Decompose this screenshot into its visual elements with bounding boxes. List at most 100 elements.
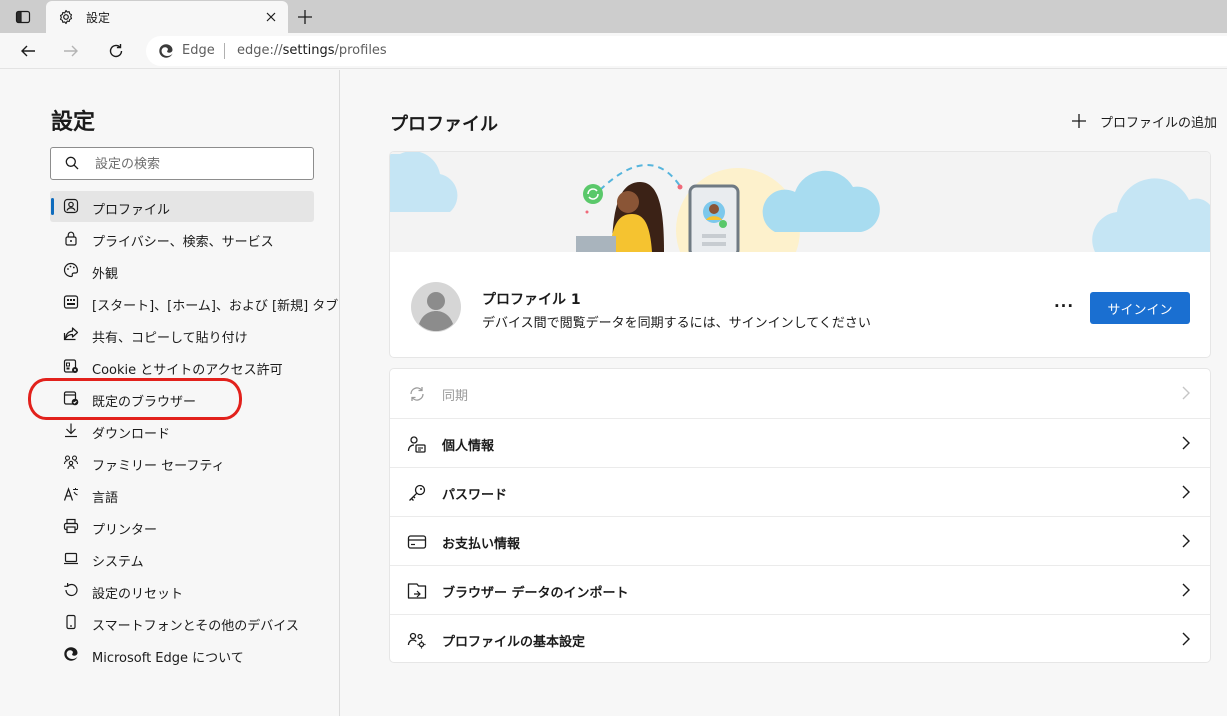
address-bar[interactable]: Edge edge://settings/profiles [146, 36, 1227, 66]
start-page-icon [63, 295, 79, 309]
sidebar-item-label: Cookie とサイトのアクセス許可 [92, 363, 283, 378]
profile-card: プロファイル 1 デバイス間で閲覧データを同期するには、サインインしてください … [390, 152, 1210, 357]
row-passwords[interactable]: パスワード [390, 467, 1210, 516]
sidebar-item-share-copy[interactable]: 共有、コピーして貼り付け [50, 319, 314, 350]
profile-banner-illustration [390, 152, 1210, 252]
forward-button[interactable] [58, 39, 84, 63]
sidebar-item-system[interactable]: システム [50, 543, 314, 574]
sidebar-item-phone-devices[interactable]: スマートフォンとその他のデバイス [50, 607, 314, 638]
gear-icon [59, 9, 73, 25]
sidebar-item-label: Microsoft Edge について [92, 651, 244, 666]
sidebar-item-reset[interactable]: 設定のリセット [50, 575, 314, 606]
laptop-icon [64, 552, 78, 565]
sidebar-title: 設定 [51, 110, 96, 135]
row-label: ブラウザー データのインポート [442, 586, 629, 601]
profile-settings-list: 同期 個人情報 パスワード お支払い情報 ブラウザー データのインポート プロフ… [390, 369, 1210, 662]
key-icon [409, 484, 426, 501]
more-options-button[interactable]: ··· [1052, 294, 1076, 318]
sidebar-item-about-edge[interactable]: Microsoft Edge について [50, 639, 314, 670]
refresh-button[interactable] [103, 39, 129, 63]
tab-strip: 設定 [0, 0, 1227, 33]
address-url: edge://settings/profiles [237, 43, 387, 58]
back-button[interactable] [15, 39, 41, 63]
sidebar-item-privacy[interactable]: プライバシー、検索、サービス [50, 223, 314, 254]
tab-actions-button[interactable] [10, 6, 36, 28]
plus-icon [1072, 114, 1086, 128]
sidebar-item-label: プロファイル [92, 203, 171, 218]
refresh-icon [109, 44, 123, 58]
row-sync[interactable]: 同期 [390, 369, 1210, 418]
sidebar-item-appearance[interactable]: 外観 [50, 255, 314, 286]
back-arrow-icon [21, 45, 35, 57]
sidebar-item-label: スマートフォンとその他のデバイス [92, 619, 299, 634]
sidebar-item-start-home[interactable]: [スタート]、[ホーム]、および [新規] タブ [50, 287, 338, 318]
sidebar-item-label: 外観 [92, 267, 119, 282]
add-profile-button[interactable]: プロファイルの追加 [1070, 110, 1217, 132]
tab-close-button[interactable] [262, 8, 280, 26]
chevron-right-icon [1182, 436, 1190, 450]
sync-icon [410, 387, 424, 401]
edge-logo-icon [64, 647, 78, 661]
chevron-right-icon [1182, 386, 1190, 400]
sidebar-item-label: ダウンロード [92, 427, 171, 442]
profile-name: プロファイル 1 [482, 292, 581, 308]
palette-icon [63, 262, 79, 278]
sidebar-item-label: 言語 [92, 491, 119, 506]
search-input[interactable] [95, 154, 295, 174]
plus-icon [298, 10, 312, 24]
row-import-data[interactable]: ブラウザー データのインポート [390, 565, 1210, 614]
row-label: パスワード [442, 488, 508, 503]
profile-description: デバイス間で閲覧データを同期するには、サインインしてください [482, 316, 871, 331]
new-tab-button[interactable] [292, 5, 318, 29]
address-site-label: Edge [182, 43, 215, 58]
row-label: プロファイルの基本設定 [442, 635, 586, 650]
row-payment-info[interactable]: お支払い情報 [390, 516, 1210, 565]
sidebar-item-label: 共有、コピーして貼り付け [92, 331, 248, 346]
sidebar-item-label: [スタート]、[ホーム]、および [新規] タブ [92, 299, 339, 314]
sign-in-button[interactable]: サインイン [1090, 292, 1190, 324]
language-icon [63, 487, 78, 501]
browser-toolbar: Edge edge://settings/profiles [0, 33, 1227, 69]
sidebar-item-family-safety[interactable]: ファミリー セーフティ [50, 447, 314, 478]
credit-card-icon [407, 535, 427, 549]
sidebar-item-label: プライバシー、検索、サービス [92, 235, 274, 250]
family-icon [63, 455, 79, 470]
settings-sidebar: 設定 プロファイル プライバシー、検索、サービス 外観 [スタート]、[ホーム]… [0, 70, 340, 716]
personal-info-icon [407, 436, 426, 453]
sidebar-item-profiles[interactable]: プロファイル [50, 191, 314, 222]
sidebar-item-label: システム [92, 555, 144, 570]
import-icon [407, 583, 427, 599]
profile-icon [63, 198, 79, 214]
profile-settings-icon [407, 632, 426, 649]
chevron-right-icon [1182, 583, 1190, 597]
address-separator [224, 43, 225, 59]
reset-icon [64, 583, 78, 597]
sidebar-item-languages[interactable]: 言語 [50, 479, 314, 510]
settings-search[interactable] [50, 147, 314, 180]
row-label: お支払い情報 [442, 537, 521, 552]
sidebar-item-printers[interactable]: プリンター [50, 511, 314, 542]
page-title: プロファイル [390, 114, 498, 135]
avatar [411, 282, 461, 332]
phone-icon [66, 614, 76, 630]
row-label: 同期 [442, 389, 469, 404]
tab-settings[interactable]: 設定 [46, 1, 288, 33]
chevron-right-icon [1182, 534, 1190, 548]
chevron-right-icon [1182, 485, 1190, 499]
printer-icon [63, 518, 79, 534]
close-icon [266, 12, 276, 22]
site-permissions-icon [63, 359, 78, 373]
chevron-right-icon [1182, 632, 1190, 646]
tab-actions-icon [15, 10, 31, 24]
add-profile-label: プロファイルの追加 [1100, 115, 1218, 131]
edge-logo-icon [159, 44, 173, 58]
lock-icon [65, 231, 77, 246]
download-icon [65, 423, 77, 438]
row-label: 個人情報 [442, 439, 495, 454]
share-icon [63, 327, 79, 341]
row-profile-preferences[interactable]: プロファイルの基本設定 [390, 614, 1210, 663]
sidebar-item-label: プリンター [92, 523, 158, 538]
row-personal-info[interactable]: 個人情報 [390, 418, 1210, 467]
tab-title: 設定 [86, 11, 111, 25]
sidebar-item-label: 設定のリセット [92, 587, 184, 602]
